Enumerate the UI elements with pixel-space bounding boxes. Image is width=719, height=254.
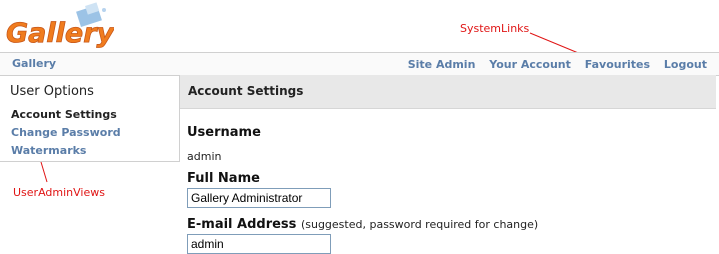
email-hint: (suggested, password required for change… xyxy=(300,218,539,231)
system-links: Site Admin Your Account Favourites Logou… xyxy=(398,58,707,71)
email-label: E-mail Address (suggested, password requ… xyxy=(187,217,538,232)
user-admin-sidebar: User Options Account Settings Change Pas… xyxy=(0,75,180,162)
favourites-link[interactable]: Favourites xyxy=(585,58,650,71)
sidebar-title: User Options xyxy=(10,84,94,99)
sidebar-item-watermarks[interactable]: Watermarks xyxy=(11,144,86,157)
content-header: Account Settings xyxy=(180,75,716,109)
breadcrumb-gallery[interactable]: Gallery xyxy=(12,57,56,70)
fullname-label: Full Name xyxy=(187,171,260,186)
email-label-text: E-mail Address xyxy=(187,217,297,232)
fullname-input[interactable]: Gallery Administrator xyxy=(187,188,331,208)
site-admin-link[interactable]: Site Admin xyxy=(408,58,476,71)
sidebar-item-account-settings: Account Settings xyxy=(11,108,117,121)
top-navigation-bar: Gallery Site Admin Your Account Favourit… xyxy=(0,52,719,76)
page-title: Account Settings xyxy=(188,84,304,98)
username-label: Username xyxy=(187,125,261,140)
annotation-pointer-useradminviews xyxy=(40,161,48,183)
annotation-useradminviews: UserAdminViews xyxy=(13,186,105,199)
logo-wordmark: Gallery xyxy=(6,18,114,49)
your-account-link[interactable]: Your Account xyxy=(489,58,571,71)
logout-link[interactable]: Logout xyxy=(664,58,707,71)
email-input[interactable]: admin xyxy=(187,234,331,254)
gallery-logo[interactable]: Gallery xyxy=(4,2,114,50)
username-value: admin xyxy=(187,150,222,163)
annotation-systemlinks: SystemLinks xyxy=(460,22,530,35)
sidebar-item-change-password[interactable]: Change Password xyxy=(11,126,121,139)
